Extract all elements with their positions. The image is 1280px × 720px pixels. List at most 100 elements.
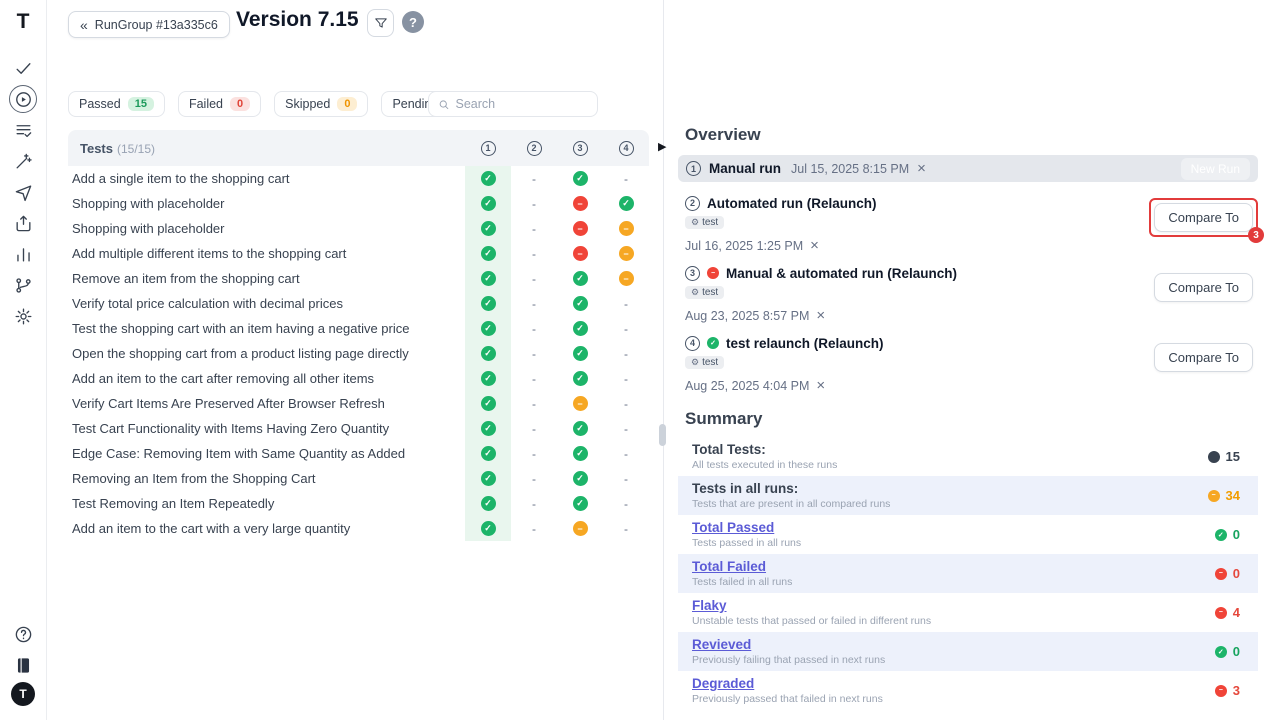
summary-value: ✓0 <box>1215 527 1240 542</box>
branch-icon <box>14 276 33 295</box>
compare-to-button[interactable]: Compare To <box>1154 203 1253 232</box>
summary-value: −4 <box>1215 605 1240 620</box>
run-date: Jul 16, 2025 1:25 PM <box>685 239 803 253</box>
passed-status-icon: ✓ <box>573 421 588 436</box>
passed-status-icon: ✓ <box>573 171 588 186</box>
run-number-icon: 2 <box>685 196 700 211</box>
close-icon[interactable]: × <box>810 238 819 253</box>
filter-pill-label: Failed <box>189 97 223 111</box>
status-cell: - <box>511 291 557 316</box>
test-row[interactable]: Shopping with placeholder✓-−− <box>68 216 649 241</box>
sidebar-item-settings[interactable] <box>9 302 37 330</box>
summary-desc: Previously passed that failed in next ru… <box>692 693 1215 705</box>
user-avatar[interactable]: T <box>11 682 35 706</box>
skipped-status-icon: − <box>619 271 634 286</box>
close-icon[interactable]: × <box>917 161 926 176</box>
status-cell: ✓ <box>465 166 511 191</box>
passed-status-icon: ✓ <box>573 346 588 361</box>
no-result-dash: - <box>532 322 536 336</box>
sidebar-item-check[interactable] <box>9 54 37 82</box>
filter-button[interactable] <box>367 9 394 37</box>
status-cell: − <box>557 391 603 416</box>
column-header-run-1: 1 <box>465 130 511 166</box>
status-cell: - <box>511 266 557 291</box>
test-row[interactable]: Test Removing an Item Repeatedly✓-✓- <box>68 491 649 516</box>
status-cell: ✓ <box>557 266 603 291</box>
test-row[interactable]: Removing an Item from the Shopping Cart✓… <box>68 466 649 491</box>
compare-to-button[interactable]: Compare To <box>1154 273 1253 302</box>
status-cell: ✓ <box>465 241 511 266</box>
sidebar-item-help[interactable] <box>9 620 37 648</box>
run-tag-label: test <box>702 357 718 368</box>
test-row[interactable]: Add an item to the cart after removing a… <box>68 366 649 391</box>
run-tag-label: test <box>702 287 718 298</box>
selected-run-row[interactable]: 1Manual runJul 15, 2025 8:15 PM×New Run <box>678 155 1258 182</box>
sidebar-item-results[interactable] <box>9 116 37 144</box>
summary-row: Total Tests:All tests executed in these … <box>678 437 1258 476</box>
run-number-icon: 1 <box>686 161 701 176</box>
search-box[interactable] <box>428 91 598 117</box>
app-logo[interactable]: T <box>17 10 30 34</box>
passed-status-icon: ✓ <box>707 337 719 349</box>
sidebar-item-runs[interactable] <box>9 85 37 113</box>
sidebar-item-export[interactable] <box>9 209 37 237</box>
filter-pill-passed[interactable]: Passed15 <box>68 91 165 117</box>
summary-value-icon: − <box>1215 685 1227 697</box>
search-input[interactable] <box>455 97 588 111</box>
sidebar-item-send[interactable] <box>9 178 37 206</box>
test-row[interactable]: Add an item to the cart with a very larg… <box>68 516 649 541</box>
summary-link[interactable]: Total Failed <box>692 559 766 574</box>
summary-value: −3 <box>1215 683 1240 698</box>
runs-icon <box>14 90 33 109</box>
test-row[interactable]: Test Cart Functionality with Items Havin… <box>68 416 649 441</box>
annotation-step-badge: 3 <box>1248 227 1264 243</box>
sidebar: T T <box>0 0 47 720</box>
filter-pill-skipped[interactable]: Skipped0 <box>274 91 368 117</box>
test-row[interactable]: Test the shopping cart with an item havi… <box>68 316 649 341</box>
back-to-rungroup-button[interactable]: « RunGroup #13a335c6 <box>68 11 230 38</box>
summary-item: Total Tests:All tests executed in these … <box>692 442 1208 471</box>
test-name: Add an item to the cart with a very larg… <box>68 521 465 536</box>
scrollbar-thumb[interactable] <box>659 424 666 446</box>
sidebar-item-wand[interactable] <box>9 147 37 175</box>
sidebar-item-branch[interactable] <box>9 271 37 299</box>
status-cell: - <box>511 391 557 416</box>
status-cell: - <box>603 316 649 341</box>
help-icon[interactable]: ? <box>402 11 424 33</box>
summary-value-icon: ✓ <box>1215 529 1227 541</box>
status-cell: ✓ <box>465 216 511 241</box>
column-header-run-2: 2 <box>511 130 557 166</box>
run-card: 4✓test relaunch (Relaunch)⚙testAug 25, 2… <box>678 332 1258 402</box>
test-row[interactable]: Shopping with placeholder✓-−✓ <box>68 191 649 216</box>
summary-link[interactable]: Flaky <box>692 598 727 613</box>
passed-status-icon: ✓ <box>481 521 496 536</box>
status-cell: - <box>603 491 649 516</box>
test-row[interactable]: Open the shopping cart from a product li… <box>68 341 649 366</box>
run-card: 2Automated run (Relaunch)⚙testJul 16, 20… <box>678 192 1258 262</box>
skipped-status-icon: − <box>619 246 634 261</box>
send-icon <box>14 183 33 202</box>
summary-link[interactable]: Revieved <box>692 637 751 652</box>
test-row[interactable]: Edge Case: Removing Item with Same Quant… <box>68 441 649 466</box>
summary-link[interactable]: Total Passed <box>692 520 774 535</box>
summary-link[interactable]: Degraded <box>692 676 754 691</box>
test-row[interactable]: Add multiple different items to the shop… <box>68 241 649 266</box>
test-row[interactable]: Verify total price calculation with deci… <box>68 291 649 316</box>
status-cell: ✓ <box>557 166 603 191</box>
compare-to-button[interactable]: Compare To <box>1154 343 1253 372</box>
passed-status-icon: ✓ <box>573 296 588 311</box>
test-row[interactable]: Add a single item to the shopping cart✓-… <box>68 166 649 191</box>
sidebar-item-docs[interactable] <box>9 651 37 679</box>
status-cell: - <box>603 416 649 441</box>
collapse-panel-arrow[interactable]: ▶ <box>658 140 666 153</box>
close-icon[interactable]: × <box>816 308 825 323</box>
tests-count: (15/15) <box>117 142 155 156</box>
close-icon[interactable]: × <box>816 378 825 393</box>
run-date-row: Aug 25, 2025 4:04 PM× <box>685 378 1258 393</box>
new-run-button[interactable]: New Run <box>1181 158 1250 180</box>
test-row[interactable]: Remove an item from the shopping cart✓-✓… <box>68 266 649 291</box>
test-row[interactable]: Verify Cart Items Are Preserved After Br… <box>68 391 649 416</box>
filter-pill-count: 0 <box>230 97 250 111</box>
sidebar-item-analytics[interactable] <box>9 240 37 268</box>
filter-pill-failed[interactable]: Failed 0 <box>178 91 261 117</box>
